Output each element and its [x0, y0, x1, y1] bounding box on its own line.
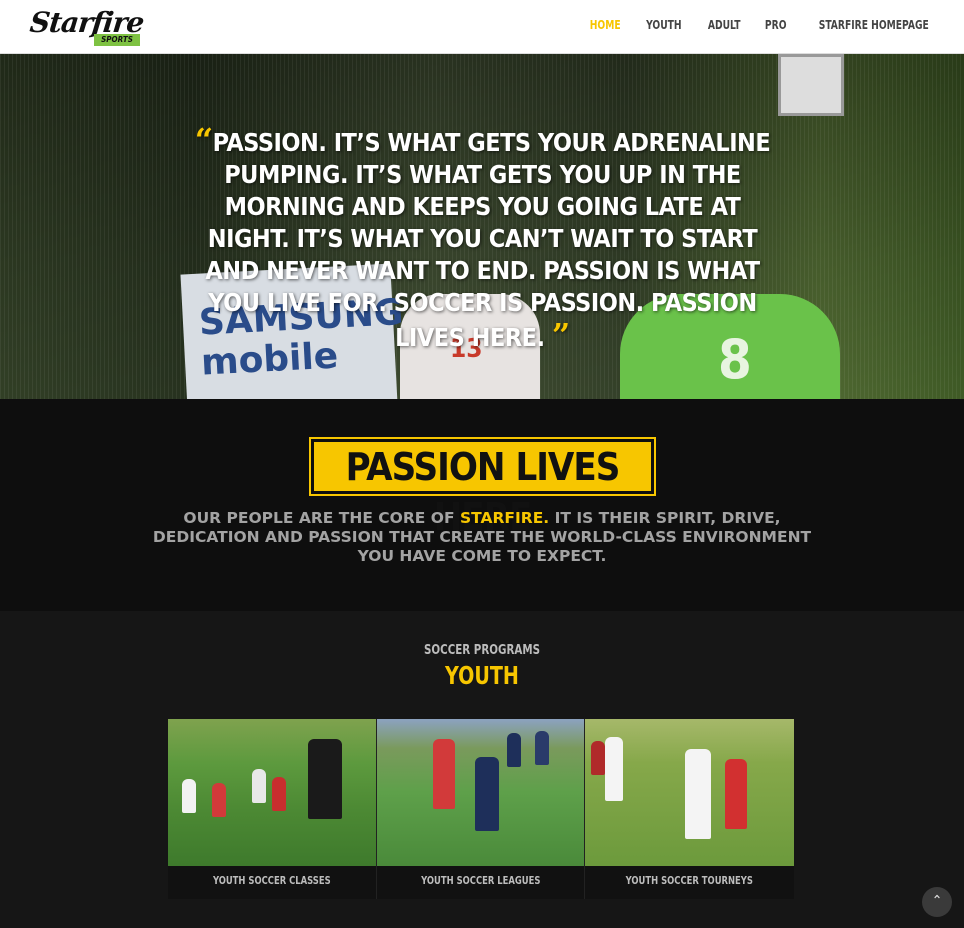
scoreboard-image [778, 54, 844, 116]
programs-title: YOUTH [445, 661, 519, 690]
program-image-classes[interactable] [168, 719, 376, 866]
nav-youth[interactable]: YOUTH [646, 18, 681, 32]
intro-text-start: OUR PEOPLE ARE THE CORE OF [183, 509, 460, 527]
hero-quote: “PASSION. IT’S WHAT GETS YOUR ADRENALINE… [190, 124, 775, 354]
program-card-classes[interactable]: YOUTH SOCCER CLASSES [168, 719, 377, 899]
logo-sports-tag: SPORTS [94, 34, 140, 46]
program-image-leagues[interactable] [376, 719, 585, 866]
passion-section: PASSION LIVES HERE OUR PEOPLE ARE THE CO… [0, 399, 964, 611]
close-quote-icon: ” [551, 316, 570, 354]
program-label-classes[interactable]: YOUTH SOCCER CLASSES [184, 866, 360, 899]
nav-pro[interactable]: PRO [765, 18, 787, 32]
main-nav: HOME YOUTH ADULT PRO STARFIRE HOMEPAGE [587, 18, 938, 32]
passion-badge: PASSION LIVES HERE [309, 437, 656, 539]
open-quote-icon: “ [194, 121, 213, 159]
hero-quote-text: PASSION. IT’S WHAT GETS YOUR ADRENALINE … [205, 128, 771, 352]
programs-section: SOCCER PROGRAMS YOUTH YOUTH SOCCER CLASS… [0, 611, 964, 928]
passion-badge-text: PASSION LIVES HERE [314, 442, 651, 539]
programs-kicker: SOCCER PROGRAMS [423, 643, 541, 658]
starfire-logo[interactable]: Starfire SPORTS [28, 6, 145, 46]
intro-text-accent: STARFIRE. [459, 509, 550, 527]
program-card-leagues[interactable]: YOUTH SOCCER LEAGUES [376, 719, 586, 899]
program-label-tourneys[interactable]: YOUTH SOCCER TOURNEYS [601, 866, 778, 899]
program-label-leagues[interactable]: YOUTH SOCCER LEAGUES [392, 866, 568, 899]
program-cards: YOUTH SOCCER CLASSES YOUTH SOCCER LEAGUE… [168, 719, 794, 899]
hero-banner: SAMSUNG mobile 13 8 “PASSION. IT’S WHAT … [0, 54, 964, 399]
nav-starfire-homepage[interactable]: STARFIRE HOMEPAGE [818, 18, 928, 32]
program-image-tourneys[interactable] [585, 719, 794, 866]
program-card-tourneys[interactable]: YOUTH SOCCER TOURNEYS [585, 719, 794, 899]
passion-intro: OUR PEOPLE ARE THE CORE OF STARFIRE. IT … [150, 509, 814, 566]
site-header: Starfire SPORTS HOME YOUTH ADULT PRO STA… [0, 0, 964, 54]
nav-adult[interactable]: ADULT [708, 18, 741, 32]
chevron-up-icon[interactable]: ⌃ [922, 887, 952, 917]
nav-home[interactable]: HOME [589, 18, 620, 32]
